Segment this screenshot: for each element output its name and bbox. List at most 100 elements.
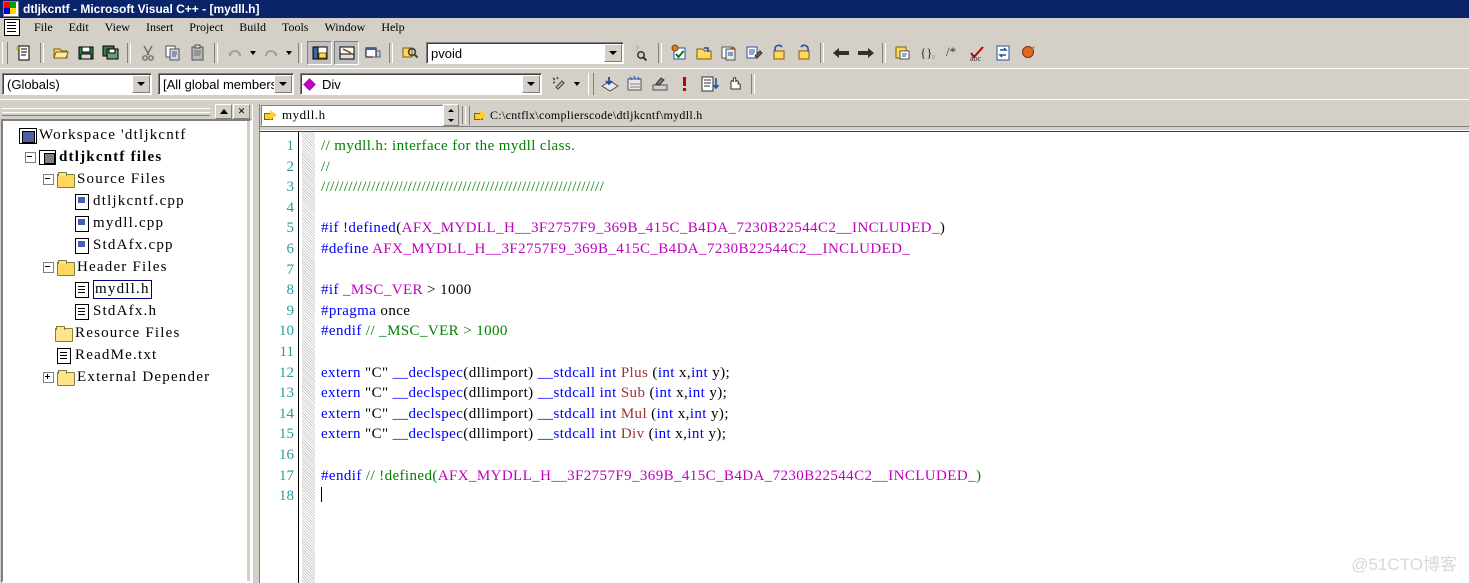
open-file-value[interactable]: mydll.h bbox=[280, 107, 326, 123]
hand-icon[interactable] bbox=[723, 73, 746, 95]
list-icon[interactable] bbox=[698, 73, 721, 95]
tree-item-source-files[interactable]: Source Files bbox=[7, 168, 250, 190]
panel-splitter[interactable] bbox=[252, 104, 260, 583]
selection-margin[interactable] bbox=[302, 132, 315, 583]
code-line[interactable]: // mydll.h: interface for the mydll clas… bbox=[321, 136, 1469, 157]
tree-item-readme-txt[interactable]: ReadMe.txt bbox=[7, 344, 250, 366]
save-icon[interactable] bbox=[74, 42, 97, 64]
code-line[interactable] bbox=[321, 260, 1469, 281]
code-line[interactable]: #if !defined(AFX_MYDLL_H__3F2757F9_369B_… bbox=[321, 218, 1469, 239]
error-icon[interactable] bbox=[673, 73, 696, 95]
redo-dropdown-icon[interactable] bbox=[283, 42, 294, 64]
tree-item-mydll-cpp[interactable]: mydll.cpp bbox=[7, 212, 250, 234]
panel-grip[interactable] bbox=[2, 108, 210, 116]
stop-icon[interactable] bbox=[1016, 42, 1039, 64]
refresh-icon[interactable] bbox=[991, 42, 1014, 64]
cut-icon[interactable] bbox=[136, 42, 159, 64]
menu-view[interactable]: View bbox=[97, 18, 138, 37]
redo-icon[interactable] bbox=[259, 42, 282, 64]
code-line[interactable]: #endif // _MSC_VER > 1000 bbox=[321, 321, 1469, 342]
menu-build[interactable]: Build bbox=[231, 18, 274, 37]
scope-value[interactable]: (Globals) bbox=[3, 77, 60, 92]
undo-icon[interactable] bbox=[223, 42, 246, 64]
output-icon[interactable] bbox=[334, 41, 359, 65]
rebuild-all-icon[interactable] bbox=[717, 42, 740, 64]
go-forward-icon[interactable] bbox=[854, 42, 877, 64]
execute-icon[interactable] bbox=[792, 42, 815, 64]
code-line[interactable]: extern "C" __declspec (dllimport) __stdca… bbox=[321, 424, 1469, 445]
spinner-icon[interactable] bbox=[443, 104, 459, 126]
batch-build-icon[interactable] bbox=[742, 42, 765, 64]
tree-item-header-files[interactable]: Header Files bbox=[7, 256, 250, 278]
go-to-declaration-icon[interactable] bbox=[623, 73, 646, 95]
close-icon[interactable]: ✕ bbox=[233, 104, 250, 119]
collapse-icon[interactable] bbox=[25, 151, 36, 163]
vc-app-icon[interactable] bbox=[3, 1, 19, 17]
comment-icon[interactable]: /* bbox=[941, 42, 964, 64]
copy-icon[interactable] bbox=[161, 42, 184, 64]
paste-icon[interactable] bbox=[186, 42, 209, 64]
menu-window[interactable]: Window bbox=[316, 18, 373, 37]
members-combo[interactable]: [All global members] bbox=[158, 73, 294, 95]
code-line[interactable] bbox=[321, 445, 1469, 466]
code-editor[interactable]: 1 2 3 4 5 6 7 8 9 10 11 12 13 14 15 16 17 18 // mydll.h: … bbox=[260, 131, 1469, 583]
code-line[interactable] bbox=[321, 486, 1469, 507]
find-help-icon[interactable]: ? bbox=[630, 42, 653, 64]
undo-dropdown-icon[interactable] bbox=[247, 42, 258, 64]
wizard-dropdown-icon[interactable] bbox=[571, 73, 582, 95]
symbol-value[interactable]: Div bbox=[318, 77, 341, 92]
code-line[interactable]: // bbox=[321, 157, 1469, 178]
symbol-combo[interactable]: Div bbox=[300, 73, 542, 95]
toolbar-grip[interactable] bbox=[588, 73, 594, 95]
workspace-scrollbar[interactable] bbox=[247, 121, 250, 581]
code-line[interactable]: #endif // !defined(AFX_MYDLL_H__3F2757F9… bbox=[321, 466, 1469, 487]
minimize-icon[interactable] bbox=[215, 104, 232, 119]
expand-icon[interactable] bbox=[43, 371, 54, 383]
code-line[interactable]: ////////////////////////////////////////… bbox=[321, 177, 1469, 198]
menu-file[interactable]: File bbox=[26, 18, 61, 37]
chevron-down-icon[interactable] bbox=[522, 75, 540, 93]
toolbar-grip[interactable] bbox=[2, 42, 8, 64]
code-line[interactable]: #define AFX_MYDLL_H__3F2757F9_369B_415C_… bbox=[321, 239, 1469, 260]
save-all-icon[interactable] bbox=[99, 42, 122, 64]
code-line[interactable]: extern "C" __declspec (dllimport) __stdca… bbox=[321, 383, 1469, 404]
find-in-files-icon[interactable] bbox=[398, 42, 421, 64]
menu-edit[interactable]: Edit bbox=[61, 18, 97, 37]
tree-item-stdafx-cpp[interactable]: StdAfx.cpp bbox=[7, 234, 250, 256]
tree-item-dtljkcntf-cpp[interactable]: dtljkcntf.cpp bbox=[7, 190, 250, 212]
menu-help[interactable]: Help bbox=[373, 18, 412, 37]
menu-tools[interactable]: Tools bbox=[274, 18, 317, 37]
scope-combo[interactable]: (Globals) bbox=[2, 73, 152, 95]
code-line[interactable]: #pragma once bbox=[321, 301, 1469, 322]
tree-item-resource-files[interactable]: Resource Files bbox=[7, 322, 250, 344]
menu-insert[interactable]: Insert bbox=[138, 18, 181, 37]
chevron-down-icon[interactable] bbox=[274, 75, 292, 93]
go-to-definition-icon[interactable] bbox=[598, 73, 621, 95]
find-input[interactable]: pvoid bbox=[427, 46, 462, 61]
code-line[interactable]: extern "C" __declspec (dllimport) __stdca… bbox=[321, 404, 1469, 425]
code-line[interactable] bbox=[321, 342, 1469, 363]
compile-icon[interactable] bbox=[667, 42, 690, 64]
tree-item-dtljkcntf-files[interactable]: dtljkcntf files bbox=[7, 146, 250, 168]
document-icon[interactable] bbox=[4, 19, 20, 36]
open-icon[interactable] bbox=[49, 42, 72, 64]
tree-item-stdafx-h[interactable]: StdAfx.h bbox=[7, 300, 250, 322]
open-file-combo[interactable]: mydll.h bbox=[261, 104, 443, 126]
find-combo[interactable]: pvoid bbox=[426, 42, 624, 64]
go-to-reference-icon[interactable] bbox=[648, 73, 671, 95]
workspace-icon[interactable] bbox=[307, 41, 332, 65]
go-back-icon[interactable] bbox=[829, 42, 852, 64]
spelling-icon[interactable]: abc bbox=[966, 42, 989, 64]
insert-file-icon[interactable] bbox=[891, 42, 914, 64]
tree-item-external-depender[interactable]: External Depender bbox=[7, 366, 250, 388]
build-icon[interactable] bbox=[692, 42, 715, 64]
collapse-icon[interactable] bbox=[43, 173, 54, 185]
window-list-icon[interactable] bbox=[361, 42, 384, 64]
code-line[interactable]: extern "C" __declspec (dllimport) __stdca… bbox=[321, 363, 1469, 384]
tree-item-workspace-dtljkcntf[interactable]: Workspace 'dtljkcntf bbox=[7, 124, 250, 146]
tree-item-mydll-h[interactable]: mydll.h bbox=[7, 278, 250, 300]
new-text-file-icon[interactable] bbox=[12, 42, 35, 64]
chevron-down-icon[interactable] bbox=[132, 75, 150, 93]
members-value[interactable]: [All global members] bbox=[159, 77, 281, 92]
wizard-bar-icon[interactable] bbox=[547, 73, 570, 95]
